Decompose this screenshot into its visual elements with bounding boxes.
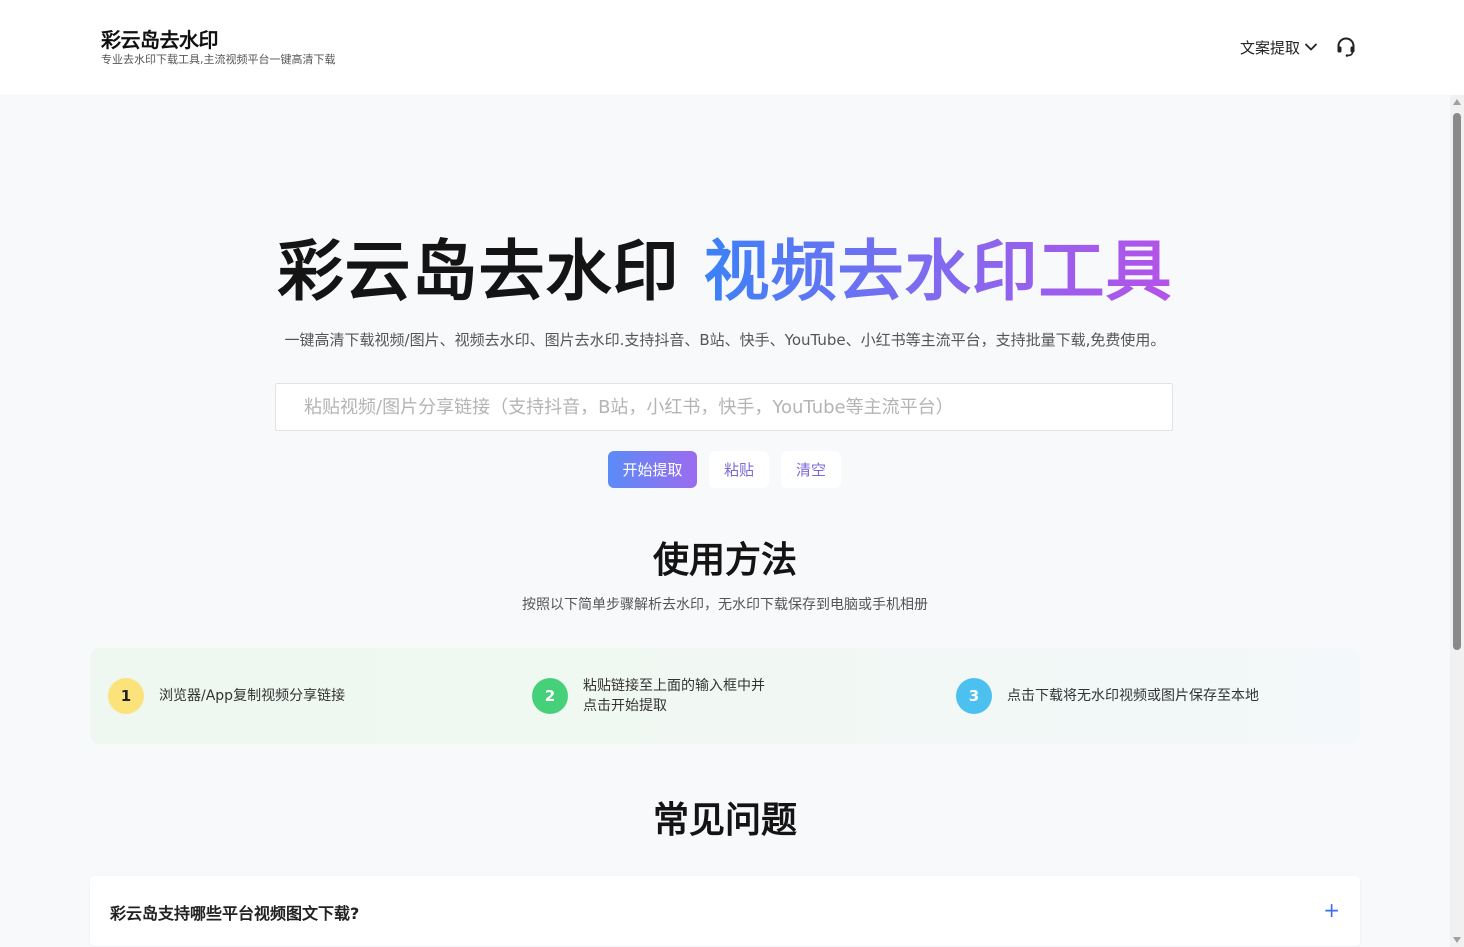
paste-button[interactable]: 粘贴 [709, 451, 769, 488]
share-link-input[interactable] [276, 384, 1172, 430]
scroll-down-arrow-icon[interactable] [1453, 937, 1461, 943]
step-text-line: 粘贴链接至上面的输入框中并 [583, 678, 765, 694]
vertical-scrollbar[interactable] [1450, 95, 1464, 947]
brand-subtitle: 专业去水印下载工具,主流视频平台一键高清下载 [101, 53, 336, 66]
top-header: 彩云岛去水印 专业去水印下载工具,主流视频平台一键高清下载 文案提取 [0, 0, 1464, 95]
link-input-box[interactable] [275, 383, 1173, 431]
hero-title-main: 彩云岛去水印 [277, 233, 680, 310]
header-nav: 文案提取 [1240, 35, 1358, 59]
scrollbar-thumb[interactable] [1453, 113, 1461, 650]
hero-title: 彩云岛去水印 视频去水印工具 [0, 230, 1450, 314]
headset-icon[interactable] [1334, 35, 1358, 59]
usage-title: 使用方法 [652, 540, 797, 581]
chevron-down-icon [1305, 43, 1317, 51]
faq-title: 常见问题 [652, 800, 797, 841]
step-number-badge: 2 [532, 678, 568, 714]
step-text-line: 点击开始提取 [583, 698, 667, 714]
brand[interactable]: 彩云岛去水印 专业去水印下载工具,主流视频平台一键高清下载 [101, 27, 336, 67]
start-extract-button[interactable]: 开始提取 [608, 451, 697, 488]
hero-title-highlight: 视频去水印工具 [703, 233, 1173, 310]
action-buttons: 开始提取 粘贴 清空 [608, 451, 841, 488]
usage-subtitle: 按照以下简单步骤解析去水印，无水印下载保存到电脑或手机相册 [522, 597, 928, 613]
expand-plus-icon[interactable]: + [1323, 898, 1340, 922]
brand-title[interactable]: 彩云岛去水印 [101, 27, 336, 53]
step-3: 3 点击下载将无水印视频或图片保存至本地 [956, 648, 1259, 744]
step-text: 粘贴链接至上面的输入框中并 点击开始提取 [583, 676, 765, 716]
faq-question[interactable]: 彩云岛支持哪些平台视频图文下载? [110, 900, 359, 924]
scroll-up-arrow-icon[interactable] [1453, 99, 1461, 105]
step-2: 2 粘贴链接至上面的输入框中并 点击开始提取 [532, 648, 765, 744]
usage-steps: 1 浏览器/App复制视频分享链接 2 粘贴链接至上面的输入框中并 点击开始提取… [90, 648, 1360, 744]
nav-menu-label: 文案提取 [1239, 38, 1300, 57]
step-1: 1 浏览器/App复制视频分享链接 [108, 648, 345, 744]
hero-description: 一键高清下载视频/图片、视频去水印、图片去水印.支持抖音、B站、快手、YouTu… [284, 331, 1166, 349]
step-number-badge: 1 [108, 678, 144, 714]
clear-button[interactable]: 清空 [781, 451, 841, 488]
step-text: 浏览器/App复制视频分享链接 [159, 688, 346, 704]
copywriting-extract-menu[interactable]: 文案提取 [1240, 37, 1318, 58]
step-text: 点击下载将无水印视频或图片保存至本地 [1007, 688, 1259, 704]
faq-item[interactable]: 彩云岛支持哪些平台视频图文下载? + [90, 876, 1360, 946]
step-number-badge: 3 [956, 678, 992, 714]
